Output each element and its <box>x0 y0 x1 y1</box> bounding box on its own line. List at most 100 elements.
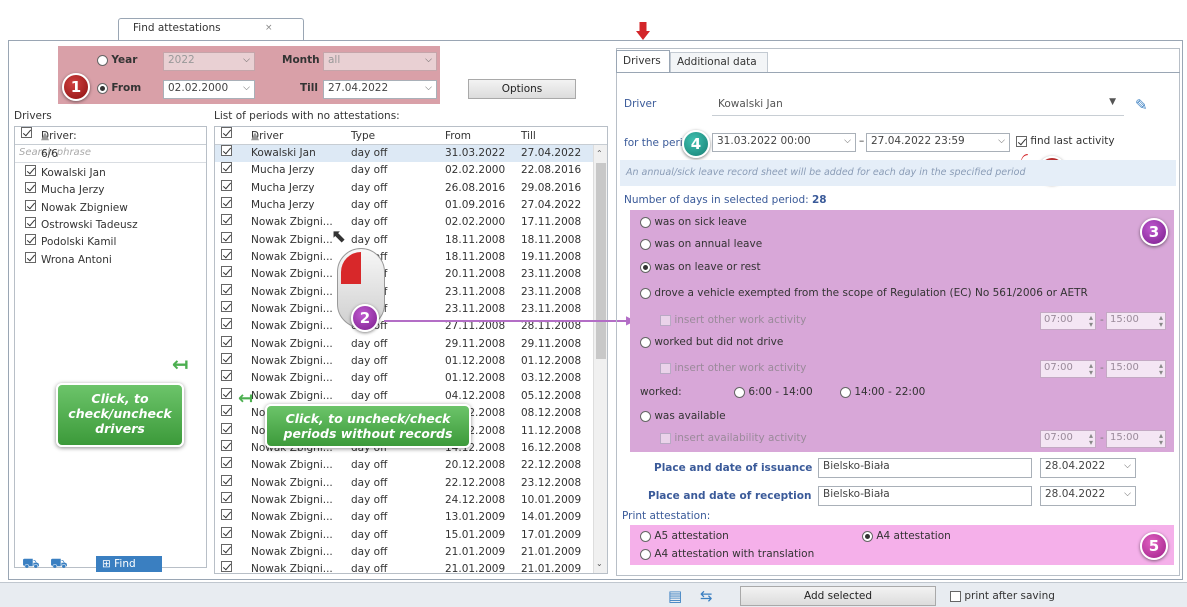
period-row[interactable]: Nowak Zbigni... day off 18.11.2008 18.11.20… <box>215 231 593 249</box>
find-button[interactable]: ⊞ Find <box>96 556 162 572</box>
period-checkbox[interactable] <box>221 422 232 434</box>
period-row[interactable]: Nowak Zbigni... day off 01.12.2008 03.12.20… <box>215 370 593 387</box>
from-radio[interactable]: From <box>97 82 141 94</box>
scroll-down-icon[interactable]: ⌄ <box>596 559 603 568</box>
period-row[interactable]: Nowak Zbigni... day off 21.01.2009 21.01.20… <box>215 543 593 561</box>
period-row[interactable]: Mucha Jerzy day off 26.08.2016 29.08.2016 <box>215 179 593 197</box>
period-row[interactable]: Nowak Zbigni...day off23.11.200823.11.20… <box>215 301 593 318</box>
till-date-picker[interactable]: 27.04.2022 ⌵ <box>323 80 437 99</box>
select-all-icon[interactable]: ⛟ <box>22 556 40 574</box>
period-row[interactable]: Nowak Zbigni... day off 04.12.2008 05.12.20… <box>215 387 593 405</box>
period-checkbox[interactable] <box>221 457 232 469</box>
period-row[interactable]: Nowak Zbigni... day off 13.01.2009 14.01.20… <box>215 509 593 526</box>
period-to-picker[interactable]: 27.04.2022 23:59 ⌵ <box>866 133 1010 152</box>
tab-find-attestations[interactable]: Find attestations × <box>118 18 304 40</box>
driver-item[interactable]: Podolski Kamil <box>15 234 206 251</box>
period-checkbox[interactable] <box>221 283 232 295</box>
issuance-date-picker[interactable]: 28.04.2022 ⌵ <box>1040 458 1136 478</box>
driver-checkbox[interactable] <box>25 234 36 246</box>
driver-checkbox[interactable] <box>25 199 36 211</box>
save-icon[interactable]: ▤ <box>668 587 682 605</box>
reception-place-input[interactable]: Bielsko-Biała <box>818 486 1032 506</box>
tab-additional-data[interactable]: Additional data <box>670 52 768 72</box>
driver-checkbox[interactable] <box>25 182 36 194</box>
print-after-saving-checkbox[interactable]: print after saving <box>950 590 1055 602</box>
from-date-picker[interactable]: 02.02.2000 ⌵ <box>163 80 255 99</box>
driver-item[interactable]: Wrona Antoni <box>15 251 206 269</box>
period-row[interactable]: Nowak Zbigni... day off 22.12.2008 23.12.20… <box>215 474 593 492</box>
deselect-all-icon[interactable]: ⛟ <box>50 556 68 574</box>
period-row[interactable]: Nowak Zbigni...day off20.11.200823.11.20… <box>215 266 593 283</box>
radio-annual-leave[interactable]: was on annual leave <box>640 238 762 250</box>
radio-shift-1[interactable]: 6:00 - 14:00 <box>734 386 813 398</box>
col-till[interactable]: Till <box>521 127 536 145</box>
period-row[interactable]: Nowak Zbigni...day off18.11.200819.11.20… <box>215 249 593 266</box>
period-checkbox[interactable] <box>221 526 232 538</box>
period-row[interactable]: Mucha Jerzy day off 02.02.2000 22.08.2016 <box>215 162 593 179</box>
period-checkbox[interactable] <box>221 509 232 521</box>
add-selected-button[interactable]: Add selected <box>740 586 936 606</box>
driver-checkbox[interactable] <box>25 217 36 229</box>
export-icon[interactable]: ⇆ <box>700 587 713 605</box>
period-checkbox[interactable] <box>221 162 232 174</box>
period-checkbox[interactable] <box>221 145 232 156</box>
edit-pencil-icon[interactable]: ✎ <box>1135 96 1148 114</box>
period-checkbox[interactable] <box>221 301 232 313</box>
period-checkbox[interactable] <box>221 370 232 382</box>
col-type[interactable]: Type <box>351 127 375 145</box>
period-row[interactable]: Nowak Zbigni... day off 21.01.2009 21.01.20… <box>215 561 593 573</box>
period-checkbox[interactable] <box>221 266 232 278</box>
period-checkbox[interactable] <box>221 214 232 226</box>
driver-item[interactable]: Kowalski Jan <box>15 165 206 182</box>
period-checkbox[interactable] <box>221 561 232 573</box>
radio-worked-not-drive[interactable]: worked but did not drive <box>640 336 783 348</box>
period-row[interactable]: Nowak Zbigni... day off 01.12.2008 01.12.20… <box>215 353 593 370</box>
close-icon[interactable]: × <box>265 23 273 33</box>
radio-a4-translation[interactable]: A4 attestation with translation <box>640 548 814 560</box>
options-button[interactable]: Options <box>468 79 576 99</box>
period-row[interactable]: Nowak Zbigni... day off 15.01.2009 17.01.20… <box>215 526 593 544</box>
driver-select[interactable]: Kowalski Jan ▼ <box>712 94 1124 116</box>
period-checkbox[interactable] <box>221 474 232 486</box>
col-from[interactable]: From <box>445 127 471 145</box>
period-row[interactable]: Nowak Zbigni... day off 24.12.2008 10.01.20… <box>215 491 593 509</box>
period-checkbox[interactable] <box>221 179 232 191</box>
period-row[interactable]: Nowak Zbigni... day off 20.12.2008 22.12.20… <box>215 457 593 474</box>
scroll-up-icon[interactable]: ⌃ <box>596 149 603 158</box>
period-checkbox[interactable] <box>221 439 232 451</box>
radio-exempted-vehicle[interactable]: drove a vehicle exempted from the scope … <box>640 287 1088 299</box>
tab-drivers[interactable]: Drivers <box>616 50 670 72</box>
period-checkbox[interactable] <box>221 543 232 555</box>
radio-a5[interactable]: A5 attestation <box>640 530 729 542</box>
year-radio[interactable]: Year <box>97 54 137 66</box>
reception-date-picker[interactable]: 28.04.2022 ⌵ <box>1040 486 1136 506</box>
radio-leave-rest[interactable]: was on leave or rest <box>640 261 761 273</box>
radio-a4[interactable]: A4 attestation <box>862 530 951 542</box>
driver-checkbox[interactable] <box>25 251 36 263</box>
periods-scrollbar[interactable]: ⌃ ⌄ <box>593 145 607 573</box>
find-last-activity-checkbox[interactable]: find last activity <box>1016 135 1115 147</box>
period-checkbox[interactable] <box>221 353 232 365</box>
driver-checkbox[interactable] <box>25 165 36 176</box>
period-row[interactable]: Mucha Jerzy day off 01.09.2016 27.04.2022 <box>215 197 593 214</box>
period-row[interactable]: Nowak Zbigni... day off 29.11.2008 29.11.20… <box>215 335 593 353</box>
period-checkbox[interactable] <box>221 249 232 261</box>
issuance-place-input[interactable]: Bielsko-Biała <box>818 458 1032 478</box>
period-checkbox[interactable] <box>221 197 232 209</box>
period-row[interactable]: Nowak Zbigni...day off23.11.200823.11.20… <box>215 283 593 301</box>
radio-sick-leave[interactable]: was on sick leave <box>640 216 747 228</box>
period-row[interactable]: Nowak Zbigni... day off 02.02.2000 17.11.20… <box>215 214 593 231</box>
period-row[interactable]: Kowalski Jan day off 31.03.2022 27.04.2022 <box>215 145 593 163</box>
period-from-picker[interactable]: 31.03.2022 00:00 ⌵ <box>712 133 856 152</box>
scrollbar-thumb[interactable] <box>596 163 606 359</box>
driver-item[interactable]: Ostrowski Tadeusz <box>15 217 206 234</box>
period-checkbox[interactable] <box>221 335 232 347</box>
driver-item[interactable]: Nowak Zbigniew <box>15 199 206 217</box>
period-checkbox[interactable] <box>221 318 232 330</box>
radio-available[interactable]: was available <box>640 410 726 422</box>
radio-shift-2[interactable]: 14:00 - 22:00 <box>840 386 925 398</box>
period-checkbox[interactable] <box>221 491 232 503</box>
period-checkbox[interactable] <box>221 387 232 399</box>
period-checkbox[interactable] <box>221 405 232 417</box>
period-checkbox[interactable] <box>221 231 232 243</box>
